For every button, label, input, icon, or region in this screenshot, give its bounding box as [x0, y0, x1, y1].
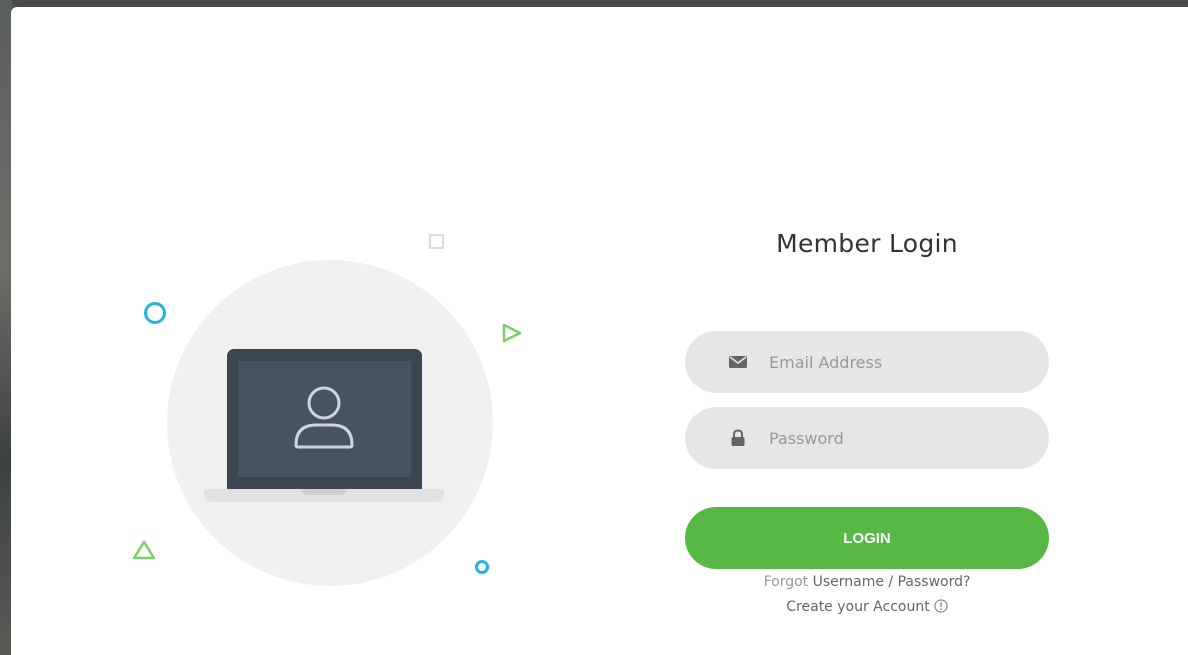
login-form: Member Login LOGIN Forgot Username / Pas…	[685, 7, 1049, 655]
info-circle-icon[interactable]	[934, 599, 948, 613]
login-illustration	[11, 7, 611, 655]
decorative-triangle-right-icon	[502, 323, 522, 343]
decorative-triangle-up-icon	[132, 540, 156, 560]
decorative-ring-icon	[144, 302, 166, 324]
create-account-line[interactable]: Create your Account	[685, 598, 1049, 616]
password-field[interactable]	[685, 407, 1049, 469]
email-input[interactable]	[769, 331, 1019, 393]
forgot-credentials-link[interactable]: Username / Password?	[813, 574, 971, 590]
create-account-link[interactable]: Create your Account	[786, 599, 929, 615]
laptop-display	[238, 361, 411, 477]
lock-icon	[731, 429, 745, 446]
decorative-square-icon	[429, 234, 444, 249]
laptop-base	[204, 489, 444, 502]
forgot-credentials-line: Forgot Username / Password?	[685, 573, 1049, 591]
decorative-small-ring-icon	[475, 560, 489, 574]
user-icon	[294, 386, 354, 449]
laptop-icon	[227, 349, 422, 489]
envelope-icon	[729, 356, 747, 368]
password-input[interactable]	[769, 407, 1019, 469]
login-modal: Member Login LOGIN Forgot Username / Pas…	[11, 7, 1188, 655]
login-button[interactable]: LOGIN	[685, 507, 1049, 569]
form-title: Member Login	[776, 229, 958, 258]
email-field[interactable]	[685, 331, 1049, 393]
laptop-notch	[301, 489, 347, 495]
forgot-prefix: Forgot	[763, 574, 809, 590]
